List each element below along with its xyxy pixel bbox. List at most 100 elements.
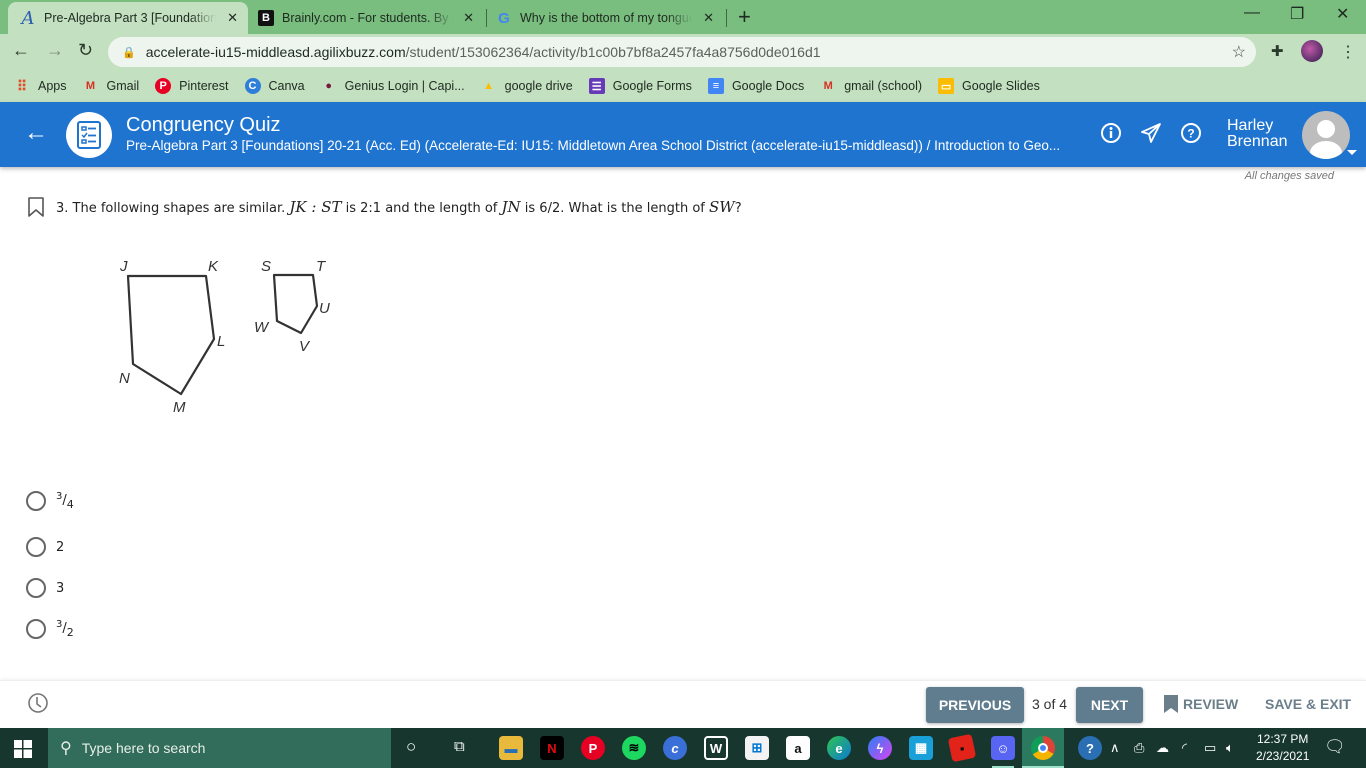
bookmark-google-drive[interactable]: ▲ google drive xyxy=(481,78,573,94)
onedrive-icon[interactable]: ☁ xyxy=(1156,740,1169,756)
radio-button[interactable] xyxy=(26,578,46,598)
lock-icon: 🔒 xyxy=(122,46,136,59)
bookmarks-bar: ⠿ Apps M Gmail P Pinterest C Canva ● Gen… xyxy=(0,70,1366,102)
task-view-icon[interactable]: ⧉ xyxy=(454,738,465,755)
discord-icon[interactable]: ☺ xyxy=(991,736,1015,760)
info-icon[interactable] xyxy=(1100,122,1122,144)
previous-button[interactable]: PREVIOUS xyxy=(926,687,1024,723)
quiz-title: Congruency Quiz xyxy=(126,114,281,136)
save-and-exit-button[interactable]: SAVE & EXIT xyxy=(1265,696,1351,712)
edge-icon[interactable]: e xyxy=(827,736,851,760)
answer-option-2[interactable]: 2 xyxy=(26,537,64,557)
page-indicator: 3 of 4 xyxy=(1032,696,1068,712)
bookmark-google-docs[interactable]: ≡ Google Docs xyxy=(707,78,804,94)
question-number: 3. xyxy=(56,201,69,216)
bookmark-apps[interactable]: ⠿ Apps xyxy=(14,78,67,94)
cortana-icon[interactable]: ○ xyxy=(406,737,416,757)
battery-icon[interactable]: ▭ xyxy=(1204,740,1216,756)
wattpad-icon[interactable]: W xyxy=(704,736,728,760)
user-name[interactable]: Harley Brennan xyxy=(1227,118,1288,150)
chrome-icon[interactable] xyxy=(1031,736,1055,760)
tab-title: Brainly.com - For students. By students. xyxy=(282,11,454,25)
taskbar-search[interactable]: ⚲ Type here to search xyxy=(48,728,391,768)
browser-toolbar: ← → ↻ 🔒 accelerate-iu15-middleasd.agilix… xyxy=(0,34,1366,70)
meet-now-icon[interactable]: ⎙ xyxy=(1134,740,1144,756)
bookmark-star-icon[interactable]: ☆ xyxy=(1232,42,1246,62)
wifi-icon[interactable]: ◜ xyxy=(1182,740,1187,756)
back-icon[interactable]: ← xyxy=(12,40,30,61)
amazon-icon[interactable]: a xyxy=(786,736,810,760)
close-window-icon[interactable]: ✕ xyxy=(1336,4,1349,24)
vertex-label-u: U xyxy=(319,300,330,317)
address-bar[interactable]: 🔒 accelerate-iu15-middleasd.agilixbuzz.c… xyxy=(108,37,1256,67)
show-hidden-icons[interactable]: ∧ xyxy=(1110,740,1120,756)
restore-icon[interactable]: ❐ xyxy=(1290,4,1304,24)
help-icon[interactable]: ? xyxy=(1180,122,1202,144)
radio-button[interactable] xyxy=(26,491,46,511)
close-tab-icon[interactable]: ✕ xyxy=(463,10,474,26)
pinterest-app-icon[interactable]: P xyxy=(581,736,605,760)
tab-separator xyxy=(726,9,727,27)
save-status: All changes saved xyxy=(1244,170,1334,182)
netflix-icon[interactable]: N xyxy=(540,736,564,760)
bookmark-question-icon[interactable] xyxy=(27,196,45,218)
bookmark-label: Pinterest xyxy=(179,79,229,93)
vertex-label-v: V xyxy=(299,338,311,355)
bookmark-genius[interactable]: ● Genius Login | Capi... xyxy=(321,78,464,94)
file-explorer-icon[interactable]: ▬ xyxy=(499,736,523,760)
microsoft-store-icon[interactable]: ⊞ xyxy=(745,736,769,760)
extensions-icon[interactable]: ✚ xyxy=(1271,42,1284,60)
new-tab-button[interactable]: + xyxy=(738,4,751,30)
notifications-icon[interactable]: 🗨︎ xyxy=(1324,737,1346,757)
bookmark-canva[interactable]: C Canva xyxy=(244,78,305,94)
bookmark-gmail-school[interactable]: M gmail (school) xyxy=(820,78,922,94)
user-avatar[interactable] xyxy=(1302,111,1350,159)
answer-option-3[interactable]: 3 xyxy=(26,578,64,598)
bookmark-google-slides[interactable]: ▭ Google Slides xyxy=(938,78,1040,94)
answer-option-3-2[interactable]: 3/2 xyxy=(26,619,74,639)
close-tab-icon[interactable]: ✕ xyxy=(703,10,714,26)
course-breadcrumb[interactable]: Pre-Algebra Part 3 [Foundations] 20-21 (… xyxy=(126,138,1088,153)
menu-kebab-icon[interactable]: ⋮ xyxy=(1340,42,1356,62)
back-arrow-icon[interactable]: ← xyxy=(24,119,48,147)
bookmark-gmail[interactable]: M Gmail xyxy=(83,78,139,94)
radio-button[interactable] xyxy=(26,619,46,639)
tab-title: Why is the bottom of my tongue xyxy=(520,11,692,25)
question-text: 3. The following shapes are similar. JK … xyxy=(56,198,742,216)
math-segment-jn: JN xyxy=(501,198,521,216)
forward-icon[interactable]: → xyxy=(46,40,64,61)
answer-option-3-4[interactable]: 3/4 xyxy=(26,491,74,511)
vertex-label-j: J xyxy=(119,258,128,275)
user-first-name: Harley xyxy=(1227,117,1274,134)
vertex-label-s: S xyxy=(261,258,271,275)
tab-google-search[interactable]: G Why is the bottom of my tongue ✕ xyxy=(496,2,724,34)
tab-pre-algebra[interactable]: A Pre-Algebra Part 3 [Foundations] 20-21… xyxy=(8,2,248,34)
spotify-icon[interactable]: ≋ xyxy=(622,736,646,760)
slides-icon: ▭ xyxy=(938,78,955,94)
next-button[interactable]: NEXT xyxy=(1076,687,1143,723)
option-label: 3 xyxy=(56,580,65,596)
bookmark-pinterest[interactable]: P Pinterest xyxy=(155,78,229,94)
close-tab-icon[interactable]: ✕ xyxy=(227,10,238,26)
system-clock[interactable]: 12:37 PM 2/23/2021 xyxy=(1256,731,1309,765)
minimize-icon[interactable]: — xyxy=(1244,4,1260,22)
messenger-icon[interactable]: ϟ xyxy=(868,736,892,760)
photos-app-icon[interactable]: ▦ xyxy=(909,736,933,760)
profile-avatar[interactable] xyxy=(1301,40,1323,62)
question-text-part: ? xyxy=(734,201,742,216)
windows-start-icon[interactable] xyxy=(14,740,32,758)
volume-icon[interactable]: 🔈︎ xyxy=(1226,740,1234,756)
review-button[interactable]: REVIEW xyxy=(1163,694,1238,714)
question-text-part: The following shapes are similar. xyxy=(72,201,286,216)
roblox-icon[interactable]: ▪ xyxy=(947,733,977,763)
radio-button[interactable] xyxy=(26,537,46,557)
user-menu-caret-icon[interactable] xyxy=(1347,150,1357,155)
canva-app-icon[interactable]: c xyxy=(663,736,687,760)
url-host: accelerate-iu15-middleasd.agilixbuzz.com xyxy=(145,44,406,60)
reload-icon[interactable]: ↻ xyxy=(78,40,93,61)
clock-icon[interactable] xyxy=(27,692,49,714)
tab-brainly[interactable]: B Brainly.com - For students. By student… xyxy=(258,2,484,34)
help-app-icon[interactable]: ? xyxy=(1078,736,1102,760)
send-icon[interactable] xyxy=(1140,122,1162,144)
bookmark-google-forms[interactable]: ☰ Google Forms xyxy=(588,78,692,94)
